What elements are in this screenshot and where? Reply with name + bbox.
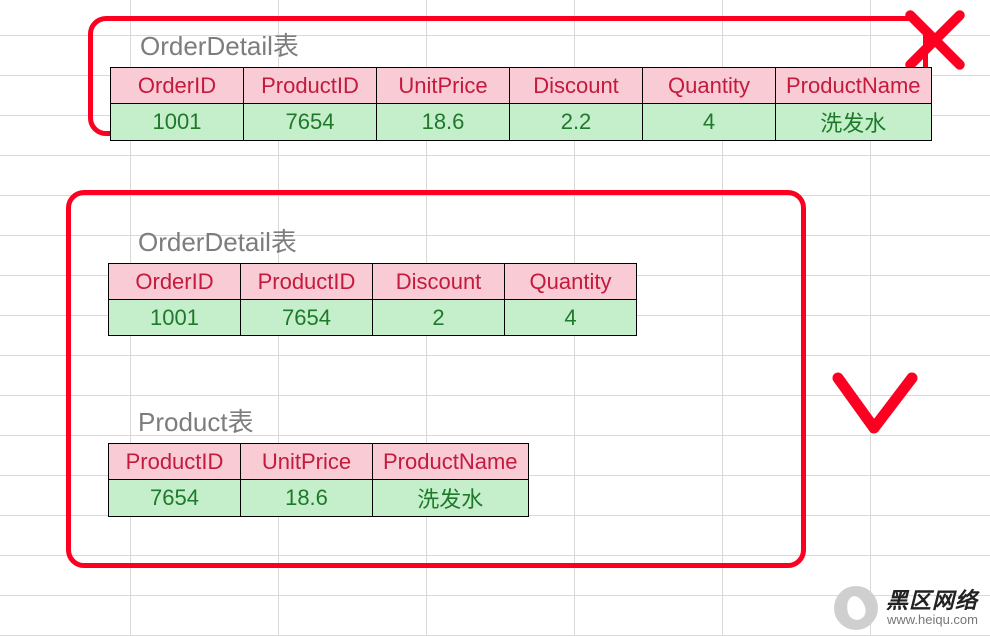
cell: 7654 [241,300,373,336]
table-header-row: ProductID UnitPrice ProductName [109,444,529,480]
watermark: 黑区网络 www.heiqu.com [834,586,978,630]
cell: 1001 [111,104,244,141]
watermark-text: 黑区网络 www.heiqu.com [886,589,978,627]
table-title: OrderDetail表 [110,22,932,67]
cell: 2.2 [510,104,643,141]
col-header: ProductID [244,68,377,104]
watermark-logo-icon [834,586,878,630]
table-title: Product表 [108,398,529,443]
col-header: ProductID [109,444,241,480]
table-orderdetail-narrow: OrderDetail表 OrderID ProductID Discount … [108,218,637,336]
watermark-sub: www.heiqu.com [886,613,978,627]
table-row: 1001 7654 18.6 2.2 4 洗发水 [111,104,932,141]
col-header: Quantity [505,264,637,300]
data-table: OrderID ProductID Discount Quantity 1001… [108,263,637,336]
table-header-row: OrderID ProductID UnitPrice Discount Qua… [111,68,932,104]
col-header: OrderID [109,264,241,300]
col-header: Discount [510,68,643,104]
cell: 18.6 [377,104,510,141]
cell: 2 [373,300,505,336]
col-header: ProductID [241,264,373,300]
cell: 洗发水 [373,480,529,517]
table-orderdetail-wide: OrderDetail表 OrderID ProductID UnitPrice… [110,22,932,141]
data-table: OrderID ProductID UnitPrice Discount Qua… [110,67,932,141]
data-table: ProductID UnitPrice ProductName 7654 18.… [108,443,529,517]
cell: 7654 [244,104,377,141]
col-header: OrderID [111,68,244,104]
cell: 4 [643,104,776,141]
table-product: Product表 ProductID UnitPrice ProductName… [108,398,529,517]
watermark-main: 黑区网络 [886,589,978,613]
col-header: Quantity [643,68,776,104]
col-header: UnitPrice [377,68,510,104]
col-header: UnitPrice [241,444,373,480]
cell: 洗发水 [776,104,932,141]
table-header-row: OrderID ProductID Discount Quantity [109,264,637,300]
col-header: ProductName [373,444,529,480]
table-row: 7654 18.6 洗发水 [109,480,529,517]
col-header: ProductName [776,68,932,104]
table-title: OrderDetail表 [108,218,637,263]
check-mark-icon [830,370,920,450]
table-row: 1001 7654 2 4 [109,300,637,336]
col-header: Discount [373,264,505,300]
cell: 1001 [109,300,241,336]
cell: 4 [505,300,637,336]
cell: 7654 [109,480,241,517]
cell: 18.6 [241,480,373,517]
